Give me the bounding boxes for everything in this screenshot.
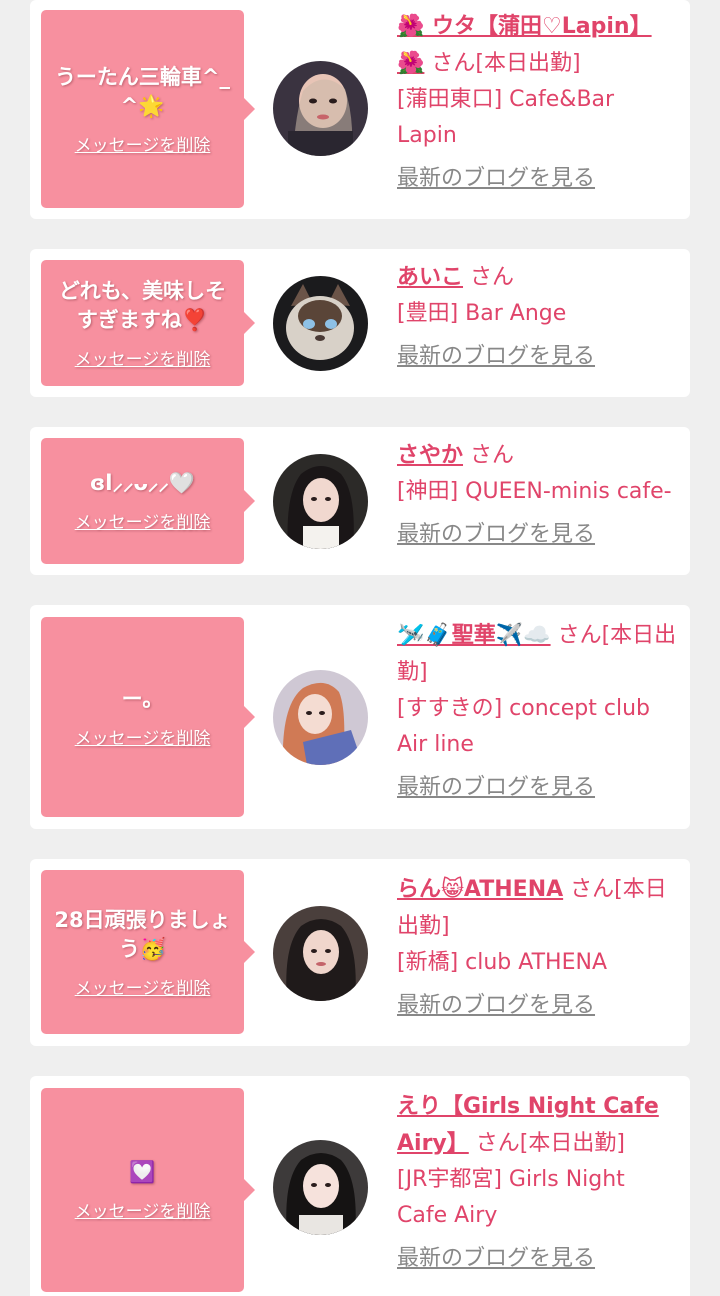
- cast-name-link[interactable]: らん😸ATHENA: [397, 877, 563, 902]
- message-text: どれも、美味しそすぎますね❣️: [58, 278, 227, 332]
- cast-name-link[interactable]: さやか: [397, 443, 463, 468]
- delete-message-link[interactable]: メッセージを削除: [75, 131, 211, 156]
- cast-info: 🌺 ウタ【蒲田♡Lapin】🌺 さん[本日出勤] [蒲田東口] Cafe&Bar…: [397, 8, 677, 194]
- cast-info: さやか さん [神田] QUEEN-minis cafe- 最新のブログを見る: [397, 437, 677, 550]
- cast-info: えり【Girls Night Cafe Airy】 さん[本日出勤] [JR宇都…: [397, 1088, 677, 1274]
- message-card: 28日頑張りましょう🥳 メッセージを削除 らん😸ATHENA さん[本日出勤] …: [30, 859, 690, 1046]
- message-bubble: ɞl⸝⸝ᴗ⸝⸝🤍 メッセージを削除: [41, 438, 255, 564]
- delete-message-link[interactable]: メッセージを削除: [75, 724, 211, 749]
- avatar[interactable]: [273, 61, 368, 156]
- cast-name-link[interactable]: あいこ: [397, 265, 463, 290]
- cast-info: 🛩️🧳聖華✈️☁️ さん[本日出勤] [すすきの] concept club A…: [397, 617, 677, 803]
- avatar[interactable]: [273, 454, 368, 549]
- message-text: 28日頑張りましょう🥳: [54, 907, 231, 961]
- avatar-photo-icon: [273, 1140, 368, 1235]
- cast-name-line: さやか さん: [397, 437, 677, 474]
- message-bubble: どれも、美味しそすぎますね❣️ メッセージを削除: [41, 260, 255, 386]
- message-card: ー。 メッセージを削除 🛩️🧳聖華✈️☁️ さん[本日出勤] [すすきの] co…: [30, 605, 690, 829]
- shop-name: [すすきの] concept club Air line: [397, 696, 650, 757]
- message-list-page: うーたん三輪車^_^🌟 メッセージを削除 🌺 ウタ【蒲田♡Lapin】🌺 さん[…: [0, 0, 720, 1296]
- latest-blog-link[interactable]: 最新のブログを見る: [397, 520, 595, 550]
- latest-blog-link[interactable]: 最新のブログを見る: [397, 164, 595, 194]
- shop-name: [新橋] club ATHENA: [397, 950, 607, 975]
- cast-name-line: 🛩️🧳聖華✈️☁️ さん[本日出勤]: [397, 617, 677, 691]
- message-bubble: 28日頑張りましょう🥳 メッセージを削除: [41, 870, 255, 1034]
- message-text: 💟: [129, 1160, 156, 1184]
- avatar[interactable]: [273, 906, 368, 1001]
- message-bubble: ー。 メッセージを削除: [41, 617, 255, 817]
- delete-message-link[interactable]: メッセージを削除: [75, 508, 211, 533]
- avatar-photo-icon: [273, 276, 368, 371]
- message-text: うーたん三輪車^_^🌟: [54, 64, 231, 118]
- message-card: どれも、美味しそすぎますね❣️ メッセージを削除 あいこ さん [豊田] Bar…: [30, 249, 690, 397]
- cast-info: あいこ さん [豊田] Bar Ange 最新のブログを見る: [397, 259, 677, 372]
- avatar[interactable]: [273, 1140, 368, 1235]
- latest-blog-link[interactable]: 最新のブログを見る: [397, 991, 595, 1021]
- cast-suffix: さん: [470, 443, 515, 468]
- shop-name: [JR宇都宮] Girls Night Cafe Airy: [397, 1167, 625, 1228]
- shop-name: [神田] QUEEN-minis cafe-: [397, 479, 672, 504]
- latest-blog-link[interactable]: 最新のブログを見る: [397, 773, 595, 803]
- delete-message-link[interactable]: メッセージを削除: [75, 1197, 211, 1222]
- avatar-photo-icon: [273, 906, 368, 1001]
- shop-name: [豊田] Bar Ange: [397, 301, 567, 326]
- avatar-photo-icon: [273, 454, 368, 549]
- message-bubble: 💟 メッセージを削除: [41, 1088, 255, 1292]
- message-text: ɞl⸝⸝ᴗ⸝⸝🤍: [89, 471, 196, 495]
- cast-suffix: さん: [470, 265, 515, 290]
- avatar-photo-icon: [273, 670, 368, 765]
- cast-suffix: さん[本日出勤]: [431, 51, 581, 76]
- message-bubble: うーたん三輪車^_^🌟 メッセージを削除: [41, 10, 255, 208]
- cast-name-line: あいこ さん: [397, 259, 677, 296]
- latest-blog-link[interactable]: 最新のブログを見る: [397, 1244, 595, 1274]
- latest-blog-link[interactable]: 最新のブログを見る: [397, 342, 595, 372]
- cast-info: らん😸ATHENA さん[本日出勤] [新橋] club ATHENA 最新のブ…: [397, 871, 677, 1021]
- message-card: ɞl⸝⸝ᴗ⸝⸝🤍 メッセージを削除 さやか さん [神田] QUEEN-mini…: [30, 427, 690, 575]
- cast-name-line: 🌺 ウタ【蒲田♡Lapin】🌺 さん[本日出勤]: [397, 8, 677, 82]
- message-card: 💟 メッセージを削除 えり【Girls Night Cafe Airy】 さん[…: [30, 1076, 690, 1296]
- delete-message-link[interactable]: メッセージを削除: [75, 974, 211, 999]
- cast-name-line: らん😸ATHENA さん[本日出勤]: [397, 871, 677, 945]
- message-card: うーたん三輪車^_^🌟 メッセージを削除 🌺 ウタ【蒲田♡Lapin】🌺 さん[…: [30, 0, 690, 219]
- cast-name-line: えり【Girls Night Cafe Airy】 さん[本日出勤]: [397, 1088, 677, 1162]
- avatar[interactable]: [273, 670, 368, 765]
- shop-name: [蒲田東口] Cafe&Bar Lapin: [397, 87, 615, 148]
- delete-message-link[interactable]: メッセージを削除: [75, 345, 211, 370]
- cast-name-link[interactable]: 🛩️🧳聖華✈️☁️: [397, 623, 551, 648]
- message-text: ー。: [121, 687, 164, 711]
- avatar[interactable]: [273, 276, 368, 371]
- cast-suffix: さん[本日出勤]: [475, 1131, 625, 1156]
- avatar-photo-icon: [273, 61, 368, 156]
